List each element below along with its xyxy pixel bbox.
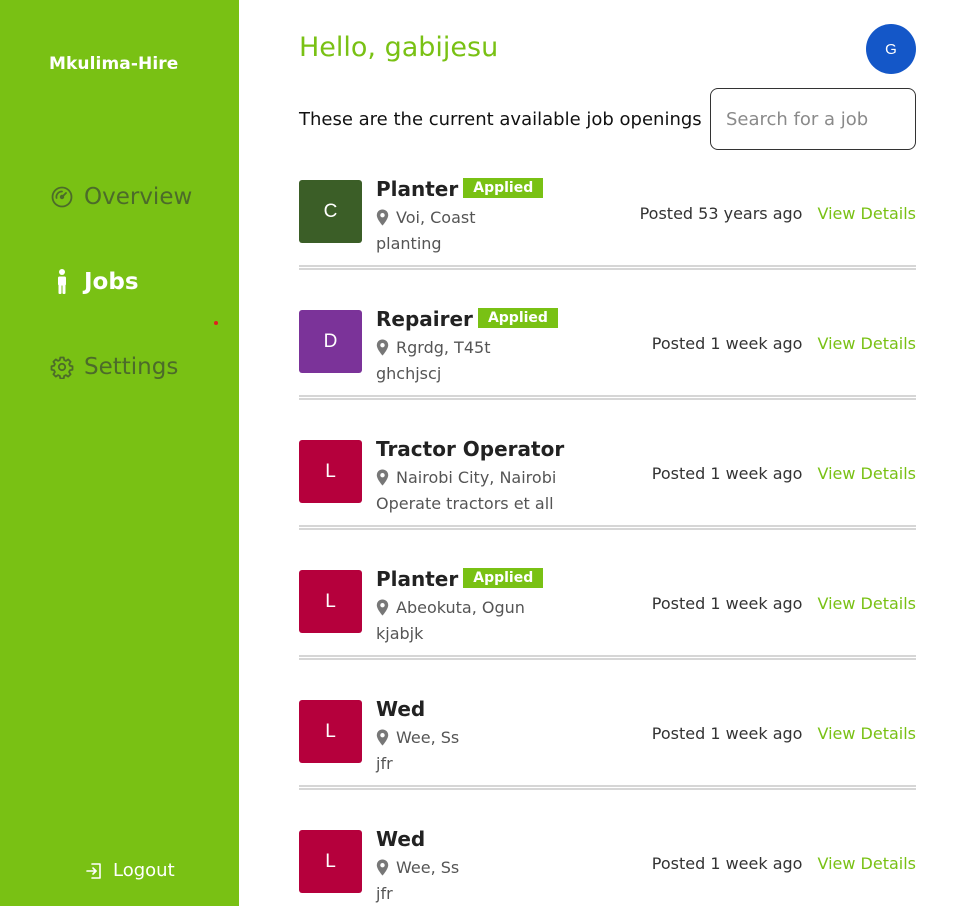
- view-details-link[interactable]: View Details: [817, 854, 916, 873]
- job-description: kjabjk: [376, 624, 424, 643]
- company-logo: D: [299, 310, 362, 373]
- job-description: jfr: [376, 884, 393, 903]
- applied-badge: Applied: [463, 178, 544, 198]
- divider: [299, 785, 916, 790]
- applied-badge: Applied: [477, 308, 558, 328]
- gear-icon: [49, 354, 75, 380]
- company-logo: L: [299, 830, 362, 893]
- location-pin-icon: [376, 469, 390, 487]
- sidebar-item-jobs[interactable]: Jobs: [49, 265, 139, 299]
- job-card: L Planter Applied Abeokuta, Ogun kjabjk …: [299, 560, 916, 690]
- logout-label: Logout: [113, 860, 175, 881]
- view-details-link[interactable]: View Details: [817, 334, 916, 353]
- logout-icon: [85, 861, 105, 881]
- company-logo: L: [299, 700, 362, 763]
- person-icon: [49, 269, 75, 295]
- company-logo: L: [299, 570, 362, 633]
- divider: [299, 525, 916, 530]
- posted-date: Posted 1 week ago: [651, 334, 803, 353]
- page-title: Hello, gabijesu: [299, 32, 499, 63]
- sidebar-item-overview[interactable]: Overview: [49, 180, 192, 214]
- location-pin-icon: [376, 599, 390, 617]
- job-location: Voi, Coast: [396, 208, 476, 227]
- job-description: planting: [376, 234, 442, 253]
- company-logo: L: [299, 440, 362, 503]
- location-pin-icon: [376, 339, 390, 357]
- view-details-link[interactable]: View Details: [817, 464, 916, 483]
- sidebar-item-label: Settings: [84, 354, 179, 380]
- sidebar-item-settings[interactable]: Settings: [49, 350, 178, 384]
- sidebar-item-label: Overview: [84, 184, 193, 210]
- view-details-link[interactable]: View Details: [817, 204, 916, 223]
- job-location: Abeokuta, Ogun: [396, 598, 525, 617]
- job-card: D Repairer Applied Rgrdg, T45t ghchjscj …: [299, 300, 916, 430]
- job-card: L Wed Wee, Ss jfr Posted 1 week ago View…: [299, 820, 916, 906]
- job-list: C Planter Applied Voi, Coast planting Po…: [299, 170, 916, 906]
- job-title: Repairer: [376, 307, 473, 331]
- posted-date: Posted 1 week ago: [651, 724, 803, 743]
- job-title: Planter: [376, 177, 459, 201]
- job-card: C Planter Applied Voi, Coast planting Po…: [299, 170, 916, 300]
- job-card: L Tractor Operator Nairobi City, Nairobi…: [299, 430, 916, 560]
- brand-logo[interactable]: Mkulima-Hire: [49, 54, 178, 74]
- search-input[interactable]: [710, 88, 916, 150]
- view-details-link[interactable]: View Details: [817, 724, 916, 743]
- applied-badge: Applied: [463, 568, 544, 588]
- view-details-link[interactable]: View Details: [817, 594, 916, 613]
- job-location: Rgrdg, T45t: [396, 338, 491, 357]
- avatar[interactable]: G: [866, 24, 916, 74]
- job-location: Nairobi City, Nairobi: [396, 468, 557, 487]
- job-description: ghchjscj: [376, 364, 442, 383]
- divider: [299, 265, 916, 270]
- job-location: Wee, Ss: [396, 728, 460, 747]
- job-title: Tractor Operator: [376, 437, 565, 461]
- location-pin-icon: [376, 859, 390, 877]
- posted-date: Posted 53 years ago: [639, 204, 803, 223]
- job-location: Wee, Ss: [396, 858, 460, 877]
- page-subtitle: These are the current available job open…: [299, 109, 702, 130]
- location-pin-icon: [376, 209, 390, 227]
- job-description: jfr: [376, 754, 393, 773]
- posted-date: Posted 1 week ago: [651, 854, 803, 873]
- company-logo: C: [299, 180, 362, 243]
- sidebar: Mkulima-Hire Overview Jobs Settings Logo…: [0, 0, 239, 906]
- job-description: Operate tractors et all: [376, 494, 554, 513]
- logout-button[interactable]: Logout: [85, 860, 175, 881]
- sidebar-item-label: Jobs: [84, 269, 139, 295]
- divider: [299, 395, 916, 400]
- posted-date: Posted 1 week ago: [651, 464, 803, 483]
- gauge-icon: [49, 184, 75, 210]
- job-title: Wed: [376, 827, 426, 851]
- divider: [299, 655, 916, 660]
- job-title: Planter: [376, 567, 459, 591]
- job-card: L Wed Wee, Ss jfr Posted 1 week ago View…: [299, 690, 916, 820]
- location-pin-icon: [376, 729, 390, 747]
- job-title: Wed: [376, 697, 426, 721]
- notification-dot: [214, 321, 218, 325]
- posted-date: Posted 1 week ago: [651, 594, 803, 613]
